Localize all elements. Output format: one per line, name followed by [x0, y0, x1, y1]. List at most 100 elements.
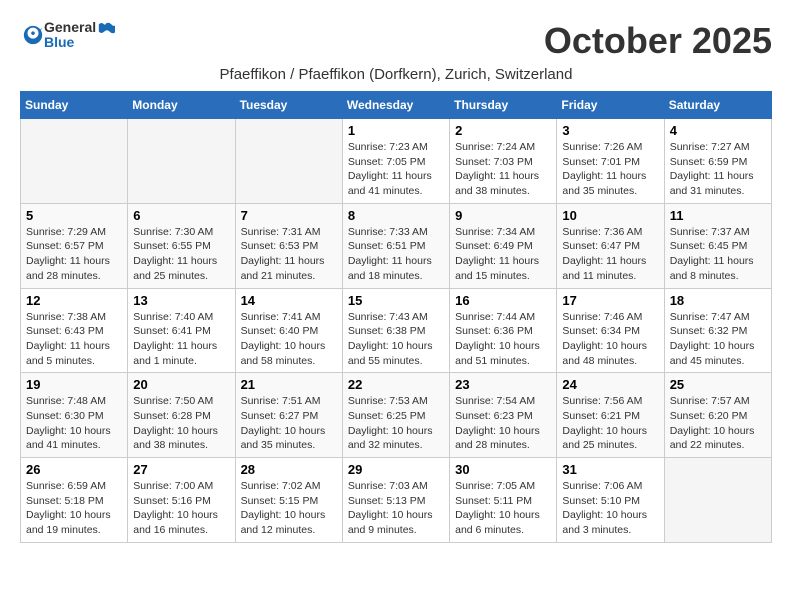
- day-info: Sunrise: 7:30 AM Sunset: 6:55 PM Dayligh…: [133, 225, 229, 284]
- day-number: 22: [348, 377, 444, 392]
- day-number: 1: [348, 123, 444, 138]
- daylight-text: Daylight: 10 hours and 48 minutes.: [562, 340, 647, 367]
- col-tuesday: Tuesday: [235, 92, 342, 119]
- calendar-cell-4-6: [664, 458, 771, 543]
- sunset-text: Sunset: 7:05 PM: [348, 156, 426, 168]
- day-info: Sunrise: 7:29 AM Sunset: 6:57 PM Dayligh…: [26, 225, 122, 284]
- day-number: 3: [562, 123, 658, 138]
- calendar-cell-4-1: 27 Sunrise: 7:00 AM Sunset: 5:16 PM Dayl…: [128, 458, 235, 543]
- daylight-text: Daylight: 10 hours and 6 minutes.: [455, 509, 540, 536]
- logo-wave-icon: [97, 21, 115, 35]
- col-saturday: Saturday: [664, 92, 771, 119]
- daylight-text: Daylight: 10 hours and 19 minutes.: [26, 509, 111, 536]
- sunset-text: Sunset: 6:40 PM: [241, 325, 319, 337]
- daylight-text: Daylight: 10 hours and 51 minutes.: [455, 340, 540, 367]
- daylight-text: Daylight: 11 hours and 31 minutes.: [670, 170, 754, 197]
- calendar-cell-1-0: 5 Sunrise: 7:29 AM Sunset: 6:57 PM Dayli…: [21, 203, 128, 288]
- day-number: 14: [241, 293, 337, 308]
- calendar-cell-4-0: 26 Sunrise: 6:59 AM Sunset: 5:18 PM Dayl…: [21, 458, 128, 543]
- sunrise-text: Sunrise: 7:23 AM: [348, 141, 428, 153]
- sunrise-text: Sunrise: 7:05 AM: [455, 480, 535, 492]
- sunset-text: Sunset: 6:53 PM: [241, 240, 319, 252]
- sunset-text: Sunset: 6:41 PM: [133, 325, 211, 337]
- daylight-text: Daylight: 10 hours and 9 minutes.: [348, 509, 433, 536]
- sunset-text: Sunset: 6:36 PM: [455, 325, 533, 337]
- subtitle: Pfaeffikon / Pfaeffikon (Dorfkern), Zuri…: [20, 66, 772, 83]
- calendar-cell-4-5: 31 Sunrise: 7:06 AM Sunset: 5:10 PM Dayl…: [557, 458, 664, 543]
- day-number: 23: [455, 377, 551, 392]
- daylight-text: Daylight: 11 hours and 8 minutes.: [670, 255, 754, 282]
- day-info: Sunrise: 7:37 AM Sunset: 6:45 PM Dayligh…: [670, 225, 766, 284]
- day-info: Sunrise: 7:48 AM Sunset: 6:30 PM Dayligh…: [26, 394, 122, 453]
- sunrise-text: Sunrise: 7:27 AM: [670, 141, 750, 153]
- calendar-cell-0-0: [21, 119, 128, 204]
- sunrise-text: Sunrise: 7:30 AM: [133, 226, 213, 238]
- day-info: Sunrise: 6:59 AM Sunset: 5:18 PM Dayligh…: [26, 479, 122, 538]
- day-info: Sunrise: 7:00 AM Sunset: 5:16 PM Dayligh…: [133, 479, 229, 538]
- sunrise-text: Sunrise: 7:06 AM: [562, 480, 642, 492]
- calendar-cell-3-5: 24 Sunrise: 7:56 AM Sunset: 6:21 PM Dayl…: [557, 373, 664, 458]
- day-info: Sunrise: 7:06 AM Sunset: 5:10 PM Dayligh…: [562, 479, 658, 538]
- calendar-cell-1-1: 6 Sunrise: 7:30 AM Sunset: 6:55 PM Dayli…: [128, 203, 235, 288]
- day-number: 27: [133, 462, 229, 477]
- sunrise-text: Sunrise: 7:56 AM: [562, 395, 642, 407]
- daylight-text: Daylight: 10 hours and 22 minutes.: [670, 425, 755, 452]
- calendar-cell-1-5: 10 Sunrise: 7:36 AM Sunset: 6:47 PM Dayl…: [557, 203, 664, 288]
- daylight-text: Daylight: 11 hours and 5 minutes.: [26, 340, 110, 367]
- week-row-5: 26 Sunrise: 6:59 AM Sunset: 5:18 PM Dayl…: [21, 458, 772, 543]
- day-number: 4: [670, 123, 766, 138]
- page-container: General Blue October 2025 Pfaeffikon / P…: [20, 20, 772, 543]
- sunrise-text: Sunrise: 7:37 AM: [670, 226, 750, 238]
- daylight-text: Daylight: 10 hours and 25 minutes.: [562, 425, 647, 452]
- calendar-cell-2-1: 13 Sunrise: 7:40 AM Sunset: 6:41 PM Dayl…: [128, 288, 235, 373]
- day-number: 10: [562, 208, 658, 223]
- daylight-text: Daylight: 10 hours and 3 minutes.: [562, 509, 647, 536]
- calendar-cell-2-3: 15 Sunrise: 7:43 AM Sunset: 6:38 PM Dayl…: [342, 288, 449, 373]
- daylight-text: Daylight: 10 hours and 45 minutes.: [670, 340, 755, 367]
- day-info: Sunrise: 7:53 AM Sunset: 6:25 PM Dayligh…: [348, 394, 444, 453]
- sunrise-text: Sunrise: 7:40 AM: [133, 311, 213, 323]
- day-info: Sunrise: 7:54 AM Sunset: 6:23 PM Dayligh…: [455, 394, 551, 453]
- sunset-text: Sunset: 6:23 PM: [455, 410, 533, 422]
- sunrise-text: Sunrise: 7:38 AM: [26, 311, 106, 323]
- sunrise-text: Sunrise: 7:00 AM: [133, 480, 213, 492]
- sunrise-text: Sunrise: 6:59 AM: [26, 480, 106, 492]
- daylight-text: Daylight: 11 hours and 41 minutes.: [348, 170, 432, 197]
- month-title: October 2025: [544, 20, 772, 62]
- day-info: Sunrise: 7:46 AM Sunset: 6:34 PM Dayligh…: [562, 310, 658, 369]
- calendar-cell-0-5: 3 Sunrise: 7:26 AM Sunset: 7:01 PM Dayli…: [557, 119, 664, 204]
- day-info: Sunrise: 7:47 AM Sunset: 6:32 PM Dayligh…: [670, 310, 766, 369]
- day-info: Sunrise: 7:38 AM Sunset: 6:43 PM Dayligh…: [26, 310, 122, 369]
- day-number: 20: [133, 377, 229, 392]
- day-info: Sunrise: 7:27 AM Sunset: 6:59 PM Dayligh…: [670, 140, 766, 199]
- calendar-cell-0-3: 1 Sunrise: 7:23 AM Sunset: 7:05 PM Dayli…: [342, 119, 449, 204]
- sunrise-text: Sunrise: 7:47 AM: [670, 311, 750, 323]
- calendar-cell-2-2: 14 Sunrise: 7:41 AM Sunset: 6:40 PM Dayl…: [235, 288, 342, 373]
- daylight-text: Daylight: 10 hours and 58 minutes.: [241, 340, 326, 367]
- day-number: 26: [26, 462, 122, 477]
- sunset-text: Sunset: 6:32 PM: [670, 325, 748, 337]
- sunset-text: Sunset: 6:20 PM: [670, 410, 748, 422]
- calendar-cell-3-4: 23 Sunrise: 7:54 AM Sunset: 6:23 PM Dayl…: [450, 373, 557, 458]
- day-info: Sunrise: 7:51 AM Sunset: 6:27 PM Dayligh…: [241, 394, 337, 453]
- header: General Blue October 2025: [20, 20, 772, 62]
- day-info: Sunrise: 7:03 AM Sunset: 5:13 PM Dayligh…: [348, 479, 444, 538]
- day-number: 9: [455, 208, 551, 223]
- day-info: Sunrise: 7:26 AM Sunset: 7:01 PM Dayligh…: [562, 140, 658, 199]
- day-number: 31: [562, 462, 658, 477]
- calendar-cell-2-5: 17 Sunrise: 7:46 AM Sunset: 6:34 PM Dayl…: [557, 288, 664, 373]
- logo: General Blue: [20, 20, 115, 51]
- calendar-cell-1-3: 8 Sunrise: 7:33 AM Sunset: 6:51 PM Dayli…: [342, 203, 449, 288]
- sunset-text: Sunset: 6:38 PM: [348, 325, 426, 337]
- daylight-text: Daylight: 10 hours and 38 minutes.: [133, 425, 218, 452]
- daylight-text: Daylight: 10 hours and 12 minutes.: [241, 509, 326, 536]
- sunrise-text: Sunrise: 7:53 AM: [348, 395, 428, 407]
- day-info: Sunrise: 7:36 AM Sunset: 6:47 PM Dayligh…: [562, 225, 658, 284]
- sunrise-text: Sunrise: 7:54 AM: [455, 395, 535, 407]
- col-monday: Monday: [128, 92, 235, 119]
- day-info: Sunrise: 7:23 AM Sunset: 7:05 PM Dayligh…: [348, 140, 444, 199]
- daylight-text: Daylight: 10 hours and 16 minutes.: [133, 509, 218, 536]
- sunset-text: Sunset: 6:49 PM: [455, 240, 533, 252]
- sunset-text: Sunset: 5:10 PM: [562, 495, 640, 507]
- day-number: 12: [26, 293, 122, 308]
